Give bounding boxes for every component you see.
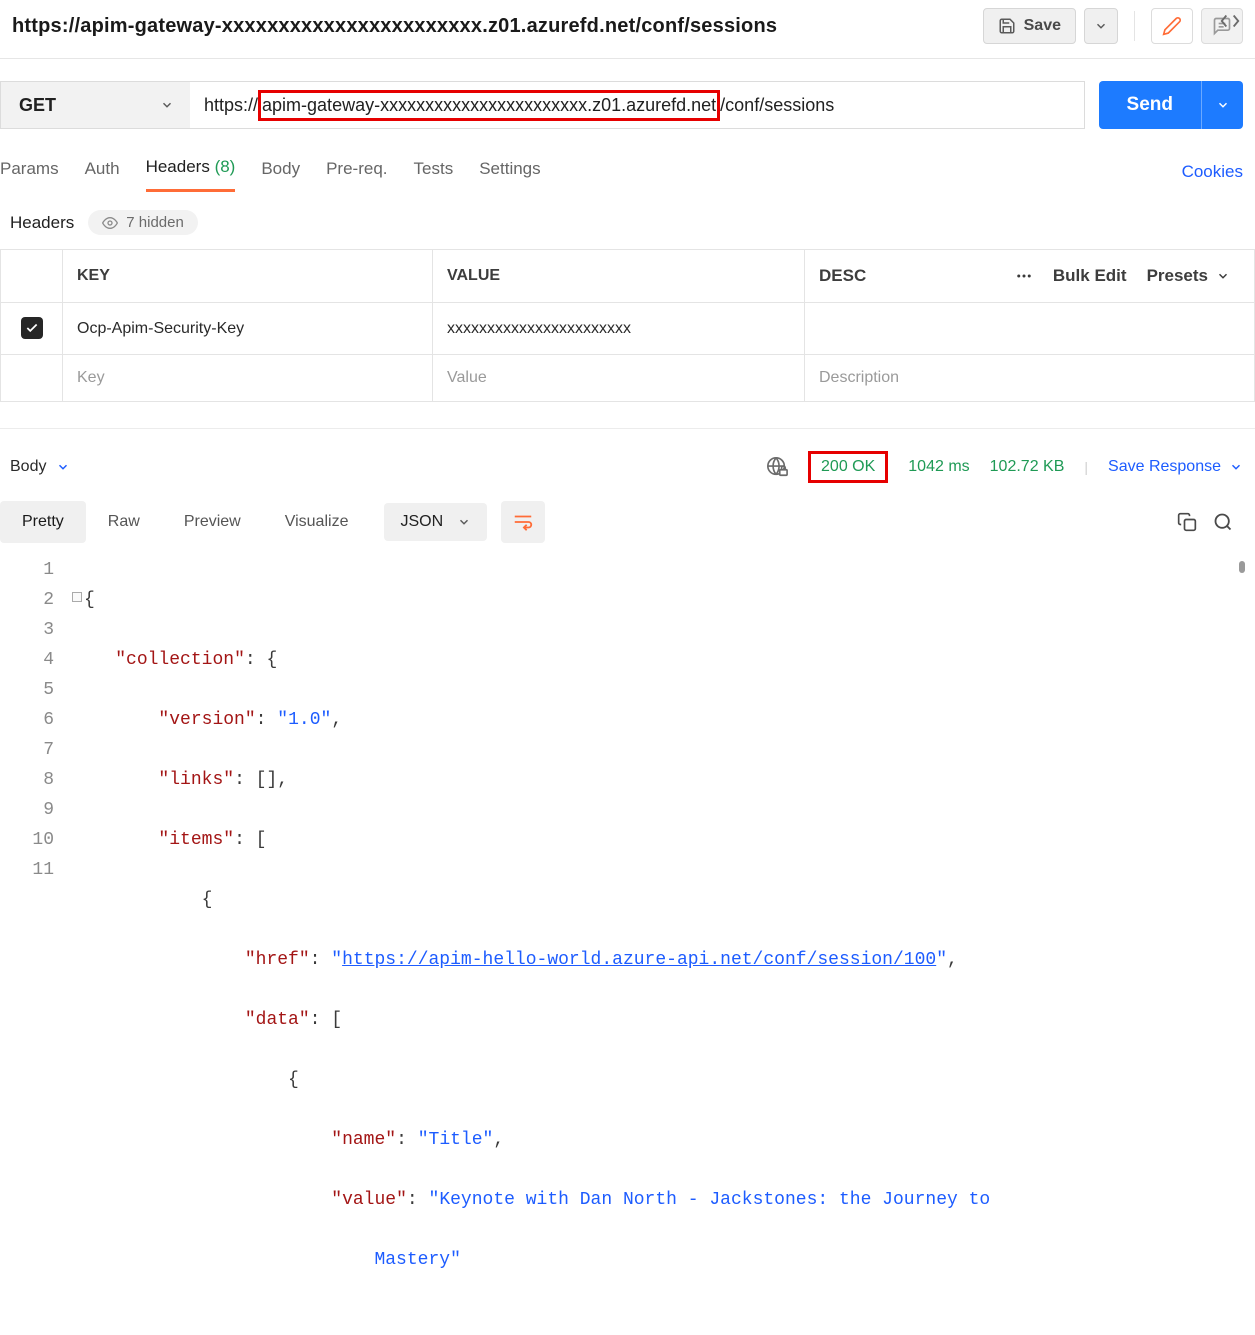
response-body-dropdown[interactable]: Body [10, 458, 70, 476]
view-preview[interactable]: Preview [162, 501, 263, 543]
scrollbar-thumb[interactable] [1239, 561, 1245, 573]
hidden-headers-chip[interactable]: 7 hidden [88, 210, 198, 235]
edit-button[interactable] [1151, 8, 1193, 44]
code-content: { "collection": { "version": "1.0", "lin… [72, 555, 1255, 1335]
status-code: 200 OK [808, 451, 888, 483]
chevron-down-icon [56, 460, 70, 474]
search-icon [1213, 512, 1233, 532]
copy-icon [1177, 512, 1197, 532]
cookies-link[interactable]: Cookies [1182, 162, 1255, 182]
response-size: 102.72 KB [990, 458, 1065, 476]
chevron-down-icon [1216, 269, 1230, 283]
header-enabled-checkbox[interactable] [21, 317, 43, 339]
eye-icon [102, 215, 118, 231]
request-title: https://apim-gateway-xxxxxxxxxxxxxxxxxxx… [12, 15, 983, 38]
chevron-down-icon [457, 515, 471, 529]
save-label: Save [1024, 17, 1061, 35]
send-button[interactable]: Send [1099, 81, 1201, 129]
chevron-down-icon [160, 98, 174, 112]
globe-lock-icon [766, 456, 788, 478]
ellipsis-icon [1015, 267, 1033, 285]
header-value-input[interactable]: Value [433, 355, 805, 402]
line-gutter: 1234567891011 [0, 555, 72, 1335]
send-dropdown[interactable] [1201, 81, 1243, 129]
wrap-icon [512, 511, 534, 533]
bulk-edit-button[interactable]: Bulk Edit [1053, 266, 1127, 286]
save-response-button[interactable]: Save Response [1108, 458, 1243, 476]
chevron-down-icon [1216, 98, 1230, 112]
view-visualize[interactable]: Visualize [263, 501, 371, 543]
presets-button[interactable]: Presets [1147, 266, 1230, 286]
check-icon [25, 321, 39, 335]
header-desc-col: DESC [819, 266, 866, 286]
tab-body[interactable]: Body [261, 153, 300, 191]
header-new-row[interactable]: Key Value Description [1, 355, 1255, 402]
headers-count: (8) [215, 157, 236, 176]
save-dropdown[interactable] [1084, 8, 1118, 44]
header-row[interactable]: Ocp-Apim-Security-Key xxxxxxxxxxxxxxxxxx… [1, 303, 1255, 355]
response-body-editor[interactable]: 1234567891011 { "collection": { "version… [0, 543, 1255, 1335]
tab-auth[interactable]: Auth [85, 153, 120, 191]
header-value-cell[interactable]: xxxxxxxxxxxxxxxxxxxxxxx [433, 303, 805, 355]
header-desc-input[interactable]: Description [805, 355, 1255, 402]
header-desc-cell[interactable] [805, 303, 1255, 355]
format-select[interactable]: JSON [384, 503, 487, 541]
chevron-down-icon [1094, 19, 1108, 33]
tab-headers[interactable]: Headers (8) [146, 151, 236, 192]
network-icon[interactable] [766, 456, 788, 478]
view-pretty[interactable]: Pretty [0, 501, 86, 543]
save-button[interactable]: Save [983, 8, 1076, 44]
method-select[interactable]: GET [0, 81, 190, 129]
url-input[interactable]: https://apim-gateway-xxxxxxxxxxxxxxxxxxx… [190, 81, 1085, 129]
code-sidebar-icon[interactable] [1219, 10, 1241, 32]
url-host-highlight: apim-gateway-xxxxxxxxxxxxxxxxxxxxxxx.z01… [258, 90, 720, 121]
tab-prereq[interactable]: Pre-req. [326, 153, 387, 191]
header-key-col: KEY [63, 250, 433, 303]
pencil-icon [1162, 16, 1182, 36]
header-key-cell[interactable]: Ocp-Apim-Security-Key [63, 303, 433, 355]
headers-table: KEY VALUE DESC Bulk Edit Presets Ocp-Api… [0, 249, 1255, 402]
tab-tests[interactable]: Tests [414, 153, 454, 191]
search-button[interactable] [1213, 512, 1233, 532]
tab-settings[interactable]: Settings [479, 153, 540, 191]
view-raw[interactable]: Raw [86, 501, 162, 543]
header-key-input[interactable]: Key [63, 355, 433, 402]
wrap-lines-button[interactable] [501, 501, 545, 543]
more-button[interactable] [1015, 267, 1033, 285]
headers-section-title: Headers [10, 213, 74, 233]
chevron-down-icon [1229, 460, 1243, 474]
save-icon [998, 17, 1016, 35]
copy-button[interactable] [1177, 512, 1197, 532]
tab-params[interactable]: Params [0, 153, 59, 191]
header-value-col: VALUE [433, 250, 805, 303]
response-time: 1042 ms [908, 458, 969, 476]
method-value: GET [19, 95, 56, 116]
